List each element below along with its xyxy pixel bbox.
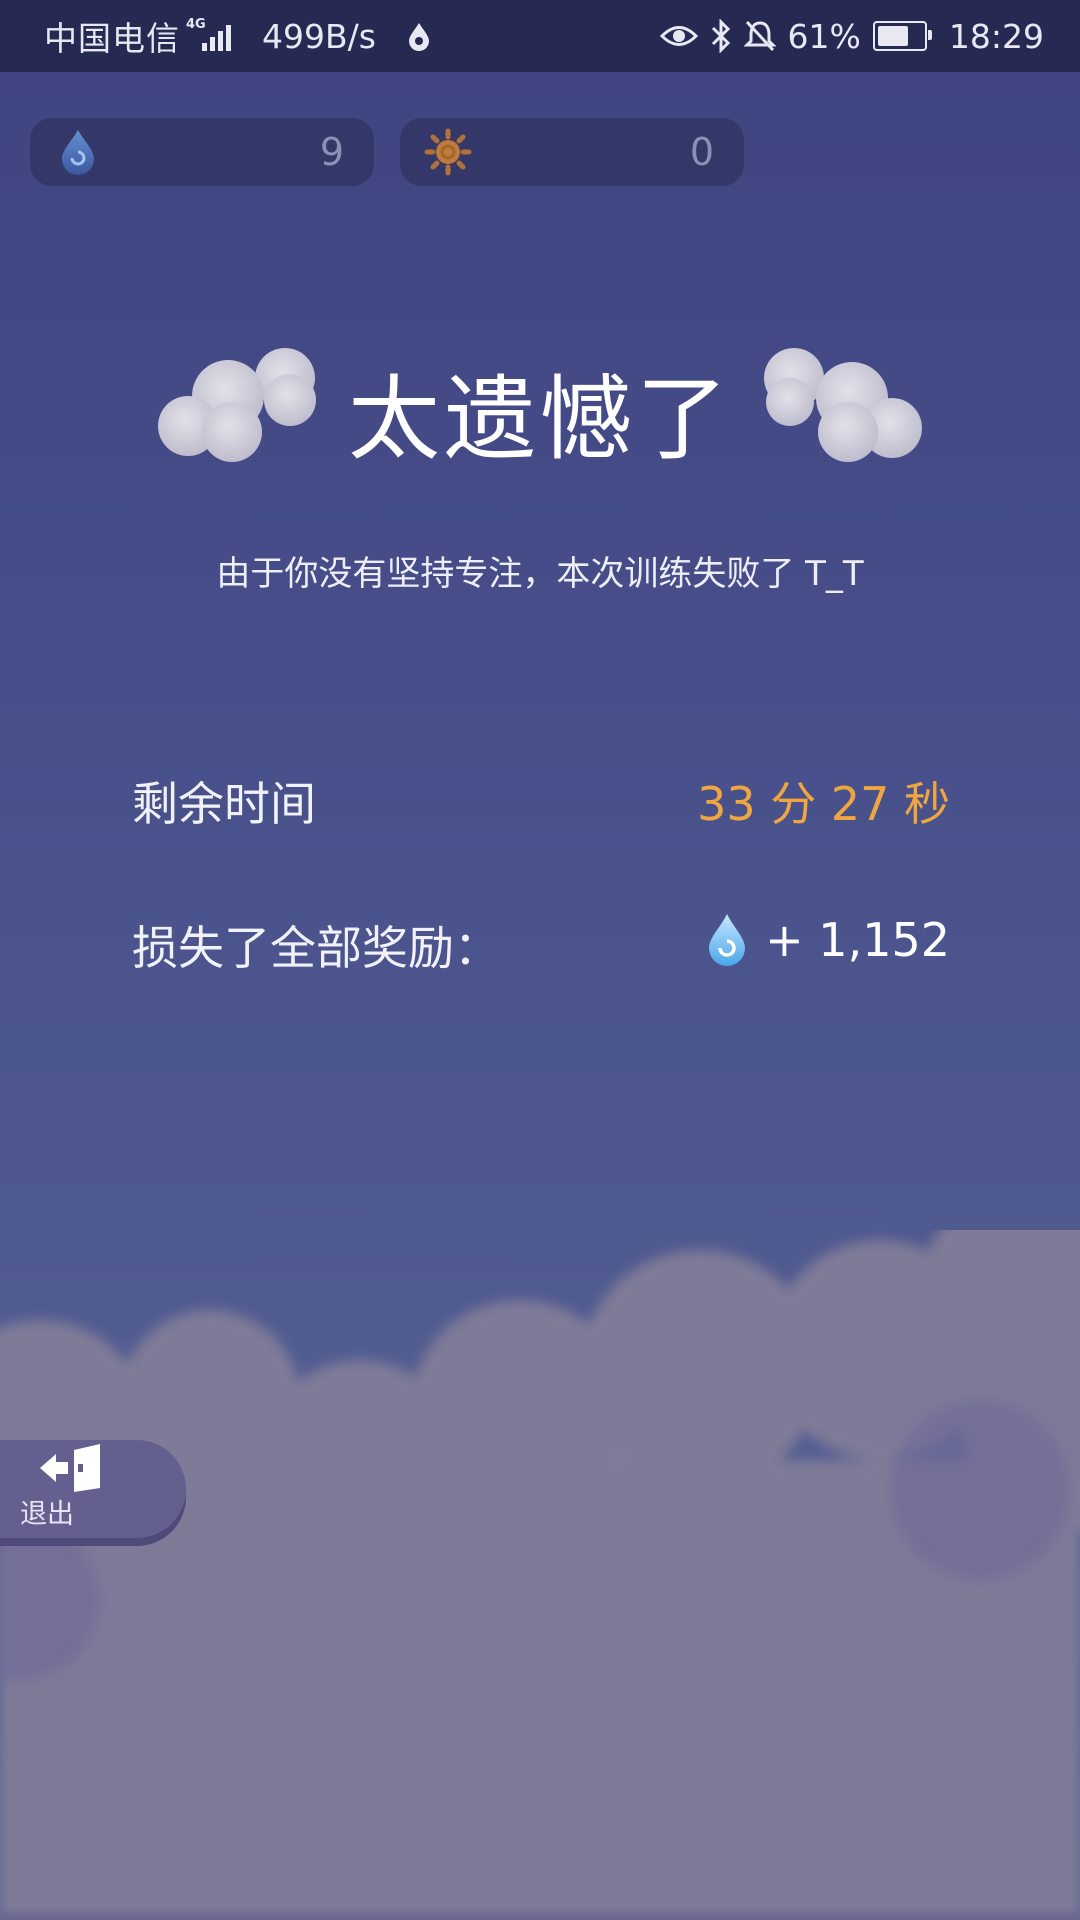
- sun-icon: [424, 128, 472, 176]
- bell-muted-icon: [743, 20, 776, 52]
- eye-icon: [659, 26, 698, 46]
- lost-reward-value: + 1,152: [705, 912, 950, 968]
- lost-reward-amount: + 1,152: [765, 913, 950, 967]
- exit-door-icon: [40, 1444, 100, 1492]
- water-count: 9: [319, 130, 344, 174]
- remaining-time-value: 33 分 27 秒: [697, 777, 950, 831]
- clock: 18:29: [948, 16, 1044, 56]
- sun-count: 0: [689, 130, 714, 174]
- bottom-clouds: [0, 1230, 1080, 1920]
- result-subtitle: 由于你没有坚持专注，本次训练失败了 T_T: [216, 554, 864, 594]
- lost-reward-label: 损失了全部奖励：: [132, 921, 500, 975]
- result-title: 太遗憾了: [347, 366, 732, 473]
- status-bar: 中国电信 4G 499B/s 61% 18:29: [0, 0, 1080, 72]
- battery-percent: 61%: [787, 16, 861, 56]
- bottom-edge: [0, 1906, 1080, 1920]
- battery-icon: [872, 21, 932, 51]
- net-speed: 499B/s: [262, 16, 376, 56]
- bluetooth-icon: [711, 19, 730, 53]
- sun-counter: 0: [400, 118, 744, 186]
- app-drop-icon: [408, 23, 429, 51]
- water-drop-icon: [709, 914, 746, 966]
- water-counter: 9: [30, 118, 374, 186]
- exit-button[interactable]: 退出: [0, 1440, 186, 1538]
- network-type: 4G: [186, 17, 206, 32]
- remaining-time-label: 剩余时间: [132, 777, 316, 831]
- fail-screen: 中国电信 4G 499B/s 61% 18:29 9 0 太遗憾了 由于你没有坚…: [0, 0, 1080, 1920]
- carrier-name: 中国电信: [44, 19, 180, 58]
- signal-icon: 4G: [186, 17, 238, 51]
- exit-label: 退出: [20, 1499, 74, 1530]
- water-drop-icon: [62, 130, 94, 175]
